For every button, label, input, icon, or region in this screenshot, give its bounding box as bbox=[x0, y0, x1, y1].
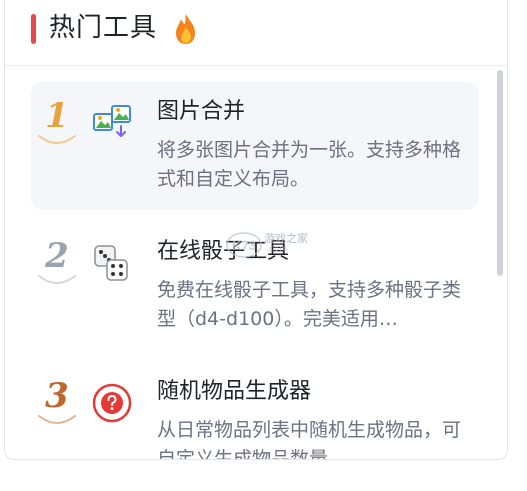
tool-description: 免费在线骰子工具，支持多种骰子类型（d4-d100）。完美适用… bbox=[157, 279, 462, 330]
scrollbar-thumb[interactable] bbox=[497, 70, 503, 276]
rank-arc-decoration bbox=[38, 415, 76, 424]
tool-item-image-merge[interactable]: 1 图片合并 将多张图片合并为一张。支持多种格式和自定义布局。 bbox=[31, 82, 479, 210]
question-badge-icon bbox=[92, 383, 132, 423]
tool-item-random-item-generator[interactable]: 3 随机物品生成器 从日常物品列表中随机生成物品，可自定义生成物品数量。 bbox=[31, 362, 479, 460]
watermark-logo-text: K73 bbox=[232, 238, 256, 253]
panel-title: 热门工具 bbox=[49, 13, 158, 43]
image-merge-icon bbox=[93, 105, 131, 137]
watermark-logo-icon: K73 bbox=[226, 232, 262, 258]
watermark: K73 游戏之家 .com bbox=[226, 228, 336, 264]
fire-icon bbox=[176, 14, 195, 44]
dice-icon bbox=[94, 245, 128, 281]
rank-arc-decoration bbox=[38, 135, 76, 144]
rank-badge: 1 bbox=[37, 94, 77, 154]
tool-description: 将多张图片合并为一张。支持多种格式和自定义布局。 bbox=[157, 139, 462, 190]
watermark-subtext: .com bbox=[266, 244, 288, 253]
tool-title: 随机物品生成器 bbox=[157, 379, 312, 404]
rank-badge: 2 bbox=[37, 234, 77, 294]
tool-title: 图片合并 bbox=[157, 99, 246, 124]
header-accent-bar bbox=[31, 14, 36, 44]
rank-arc-decoration bbox=[38, 275, 76, 284]
tool-description: 从日常物品列表中随机生成物品，可自定义生成物品数量。 bbox=[157, 419, 462, 460]
rank-badge: 3 bbox=[37, 374, 77, 434]
panel-header: 热门工具 bbox=[5, 0, 507, 66]
